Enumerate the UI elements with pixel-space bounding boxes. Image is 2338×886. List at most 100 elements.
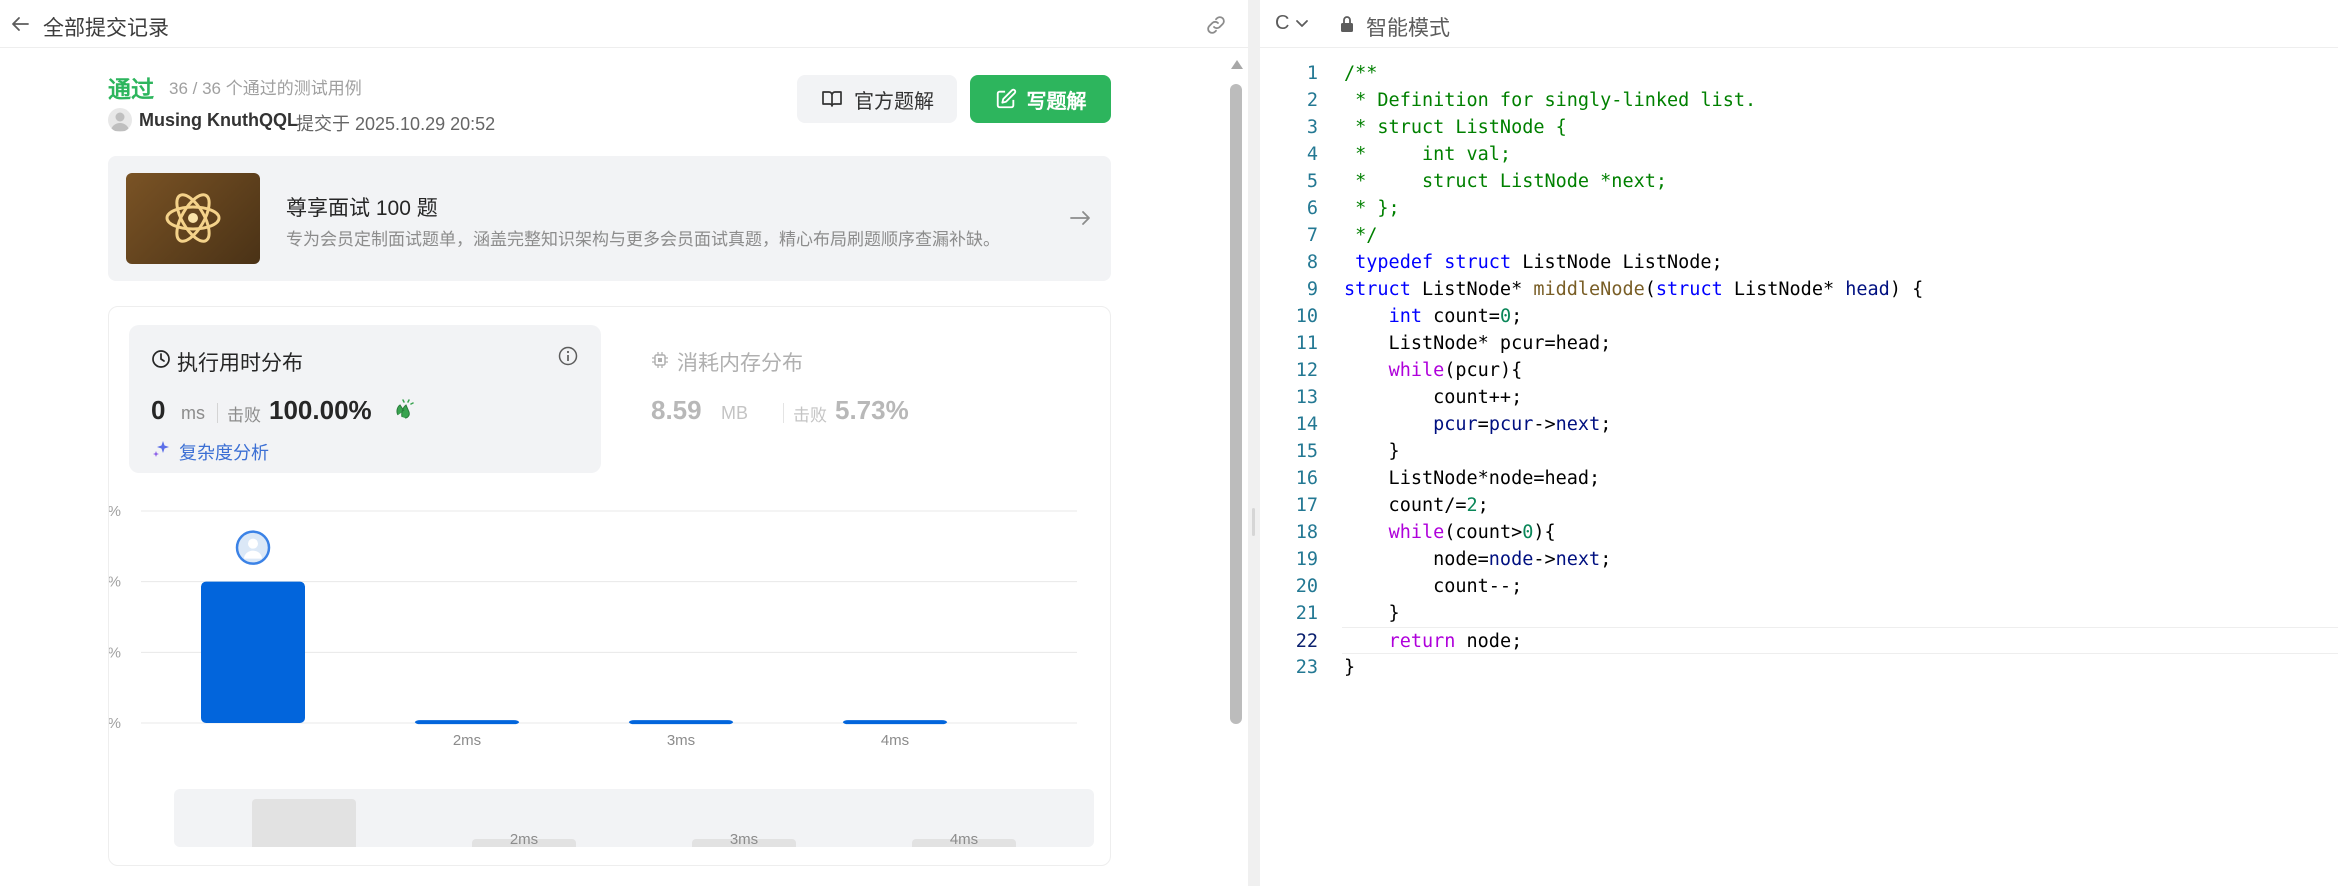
write-solution-button[interactable]: 写题解	[970, 75, 1111, 123]
x-tick-label: 2ms	[453, 732, 481, 749]
official-solution-button[interactable]: 官方题解	[797, 75, 957, 123]
line-number: 19	[1295, 549, 1318, 570]
submission-topbar: 全部提交记录	[0, 0, 1248, 48]
editor-mode-label[interactable]: 智能模式	[1366, 12, 1450, 42]
minimap-bar	[252, 799, 356, 847]
code-line[interactable]: 17 count/=2;	[1260, 492, 2338, 519]
avatar-icon	[111, 112, 129, 131]
premium-promo-card[interactable]: 尊享面试 100 题 专为会员定制面试题单，涵盖完整知识架构与更多会员面试真题，…	[108, 156, 1111, 281]
runtime-title: 执行用时分布	[177, 352, 303, 375]
code-line[interactable]: 16 ListNode*node=head;	[1260, 465, 2338, 492]
link-icon[interactable]	[1204, 13, 1228, 37]
divider	[783, 403, 784, 423]
book-icon	[822, 91, 842, 107]
line-number: 16	[1295, 468, 1318, 489]
code-text: count++;	[1344, 387, 1523, 408]
all-submissions-title[interactable]: 全部提交记录	[43, 12, 169, 42]
code-line[interactable]: 1 /**	[1260, 60, 2338, 87]
code-line[interactable]: 4 * int val;	[1260, 141, 2338, 168]
line-number: 5	[1306, 171, 1318, 192]
code-text: struct ListNode* middleNode(struct ListN…	[1344, 279, 1924, 300]
code-line[interactable]: 8 typedef struct ListNode ListNode;	[1260, 249, 2338, 276]
info-icon[interactable]	[557, 345, 579, 367]
scroll-up-arrow-icon[interactable]	[1231, 60, 1243, 69]
complexity-analysis-link[interactable]: 复杂度分析	[179, 439, 269, 465]
line-number: 9	[1306, 279, 1318, 300]
code-text: * };	[1344, 198, 1400, 219]
code-line[interactable]: 22 return node;	[1296, 627, 2338, 654]
scroll-thumb[interactable]	[1230, 84, 1242, 724]
line-number: 12	[1295, 360, 1318, 381]
code-line[interactable]: 2 * Definition for singly-linked list.	[1260, 87, 2338, 114]
promo-description: 专为会员定制面试题单，涵盖完整知识架构与更多会员面试真题，精心布局刷题顺序查漏补…	[286, 230, 1000, 249]
performance-card: 执行用时分布 0 ms 击败 100.00% 复杂度分析 消耗内存分布 8.59…	[108, 306, 1111, 866]
runtime-distribution-tab[interactable]: 执行用时分布 0 ms 击败 100.00% 复杂度分析	[129, 325, 601, 473]
code-line[interactable]: 15 }	[1260, 438, 2338, 465]
chevron-down-icon	[1296, 19, 1309, 27]
code-line[interactable]: 14 pcur=pcur->next;	[1260, 411, 2338, 438]
code-area[interactable]: 1 /** 2 * Definition for singly-linked lis…	[1260, 60, 2338, 681]
code-line[interactable]: 6 * };	[1260, 195, 2338, 222]
code-line[interactable]: 21 }	[1260, 600, 2338, 627]
code-text: /**	[1344, 63, 1378, 84]
left-panel-scrollbar[interactable]	[1228, 56, 1244, 886]
memory-title: 消耗内存分布	[677, 352, 803, 375]
code-line[interactable]: 11 ListNode* pcur=head;	[1260, 330, 2338, 357]
drag-handle[interactable]	[1252, 508, 1255, 536]
code-text: }	[1344, 603, 1400, 624]
language-select[interactable]: C	[1275, 12, 1309, 35]
code-line[interactable]: 7 */	[1260, 222, 2338, 249]
code-editor-panel: C 智能模式 1 /** 2 * Definition for singly-lin…	[1260, 0, 2338, 886]
back-arrow-icon[interactable]	[10, 14, 30, 34]
runtime-distribution-chart: 150% 100% 50% 0% 2ms 3ms 4ms	[109, 503, 1077, 749]
lock-icon	[1341, 16, 1353, 32]
code-line[interactable]: 20 count--;	[1260, 573, 2338, 600]
code-line[interactable]: 3 * struct ListNode {	[1260, 114, 2338, 141]
runtime-value: 0	[151, 395, 166, 425]
line-number: 11	[1295, 333, 1318, 354]
arrow-right-icon[interactable]	[1068, 206, 1092, 230]
runtime-beat-value: 100.00%	[269, 395, 372, 425]
code-text: */	[1344, 225, 1378, 246]
chip-icon	[652, 352, 668, 368]
line-number: 7	[1306, 225, 1318, 246]
user-name[interactable]: Musing KnuthQQL	[139, 110, 298, 131]
code-text: ListNode*node=head;	[1344, 468, 1601, 489]
code-line[interactable]: 13 count++;	[1260, 384, 2338, 411]
code-line[interactable]: 12 while(pcur){	[1260, 357, 2338, 384]
code-line[interactable]: 18 while(count>0){	[1260, 519, 2338, 546]
code-text: return node;	[1388, 631, 1523, 652]
code-text: * Definition for singly-linked list.	[1344, 90, 1757, 111]
code-text: count--;	[1344, 576, 1523, 597]
code-text: while(pcur){	[1388, 360, 1523, 381]
runtime-beat-label: 击败	[227, 406, 261, 425]
minimap-label: 4ms	[949, 831, 979, 847]
code-text: while(count>0){	[1388, 522, 1556, 543]
panel-splitter[interactable]	[1248, 0, 1260, 886]
user-avatar[interactable]	[108, 108, 132, 132]
code-line[interactable]: 9 struct ListNode* middleNode(struct List…	[1260, 276, 2338, 303]
code-line[interactable]: 19 node=node->next;	[1260, 546, 2338, 573]
user-marker-head	[248, 538, 258, 549]
code-text: count/=2;	[1344, 495, 1489, 516]
code-text: }	[1344, 657, 1356, 678]
code-line[interactable]: 10 int count=0;	[1260, 303, 2338, 330]
sparkle-icon	[153, 441, 169, 457]
memory-unit: MB	[721, 403, 748, 423]
line-number: 23	[1295, 657, 1318, 678]
status-accepted: 通过	[108, 76, 154, 102]
language-label: C	[1275, 12, 1290, 34]
code-text: typedef struct ListNode ListNode;	[1355, 252, 1723, 273]
chart-bar	[415, 720, 519, 725]
chart-range-navigator[interactable]: 2ms 3ms 4ms	[174, 789, 1094, 847]
submission-detail-panel: 全部提交记录 通过 36 / 36 个通过的测试用例 Musing KnuthQ…	[0, 0, 1248, 886]
chart-bar	[843, 720, 947, 725]
editor-toolbar: C 智能模式	[1260, 0, 2338, 48]
memory-distribution-tab[interactable]: 消耗内存分布 8.59 MB 击败 5.73%	[643, 325, 943, 445]
code-line[interactable]: 5 * struct ListNode *next;	[1260, 168, 2338, 195]
memory-beat-value: 5.73%	[835, 395, 909, 425]
line-number: 1	[1306, 63, 1318, 84]
y-tick-label: 150%	[109, 503, 121, 520]
code-line[interactable]: 23}	[1260, 654, 2338, 681]
minimap-label: 3ms	[729, 831, 759, 847]
